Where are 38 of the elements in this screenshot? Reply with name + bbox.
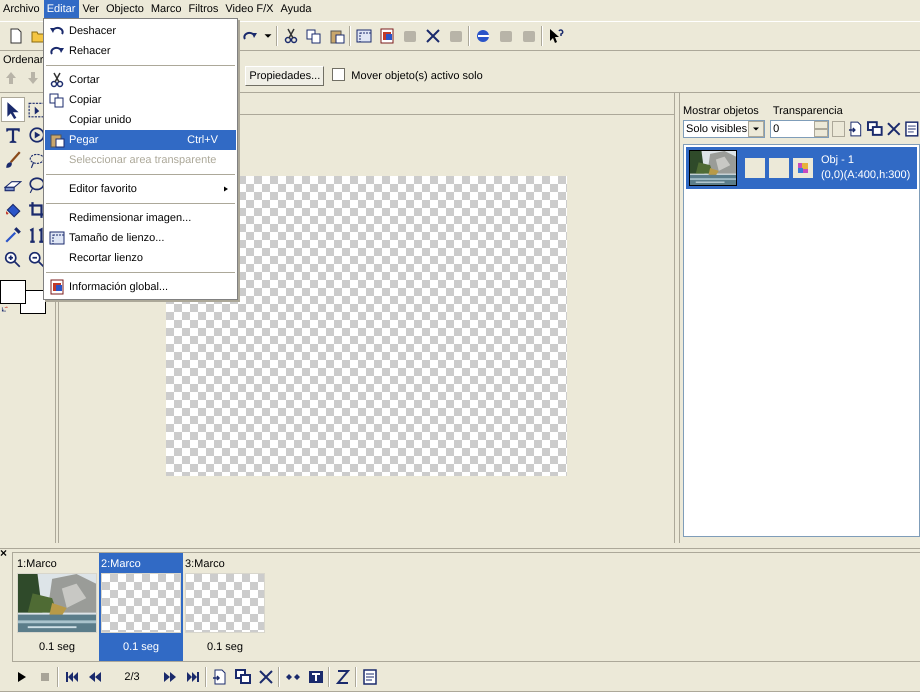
menu-item[interactable]: Editar: [44, 0, 80, 18]
object-row[interactable]: Obj - 1 (0,0)(A:400,h:300): [686, 147, 917, 189]
menu-item[interactable]: Cortar: [45, 70, 236, 90]
menu-item[interactable]: Pegar Ctrl+V: [45, 130, 236, 150]
object-name: Obj - 1: [821, 153, 856, 168]
checkbox-label: Mover objeto(s) activo solo: [351, 70, 483, 82]
menu-item[interactable]: Deshacer: [45, 21, 236, 41]
transparency-label: Transparencia: [772, 105, 843, 117]
menu-item[interactable]: Marco: [148, 0, 186, 18]
menu-item[interactable]: Filtros: [185, 0, 222, 18]
frame-position: 2/3: [123, 671, 141, 683]
menu-item[interactable]: Video F/X: [222, 0, 278, 18]
menu-item[interactable]: Tamaño de lienzo...: [45, 228, 236, 248]
frame-label: 1:Marco: [17, 558, 58, 572]
menu-item[interactable]: Ver: [79, 0, 103, 18]
properties-button[interactable]: Propiedades...: [245, 66, 324, 86]
menu-item[interactable]: Copiar: [45, 90, 236, 110]
menu-item[interactable]: Objecto: [102, 0, 148, 18]
frame-duration: 0.1 seg: [206, 641, 244, 653]
object-info: (0,0)(A:400,h:300): [821, 168, 910, 183]
menu-item[interactable]: Archivo: [0, 0, 44, 18]
frame-duration: 0.1 seg: [122, 641, 160, 653]
menu-item[interactable]: Ayuda: [278, 0, 316, 18]
show-objects-dropdown[interactable]: Solo visibles: [683, 120, 766, 138]
menu-item[interactable]: Copiar unido: [45, 110, 236, 130]
frame-duration: 0.1 seg: [38, 641, 76, 653]
frame-label: 2:Marco: [101, 558, 142, 572]
close-button[interactable]: ×: [0, 547, 8, 559]
frame-label: 3:Marco: [185, 558, 226, 572]
transparency-spinbox[interactable]: 0: [770, 120, 829, 138]
show-objects-label: Mostrar objetos: [683, 105, 759, 117]
menu-item[interactable]: Información global...: [45, 277, 236, 297]
menu-item[interactable]: Recortar lienzo: [45, 248, 236, 268]
menu-item[interactable]: Redimensionar imagen...: [45, 208, 236, 228]
frame-card[interactable]: 2:Marco 0.1 seg: [99, 553, 183, 661]
order-label: Ordenar: [3, 54, 44, 66]
menu-item[interactable]: Rehacer: [45, 41, 236, 61]
menu-item[interactable]: Editor favorito: [45, 179, 236, 199]
